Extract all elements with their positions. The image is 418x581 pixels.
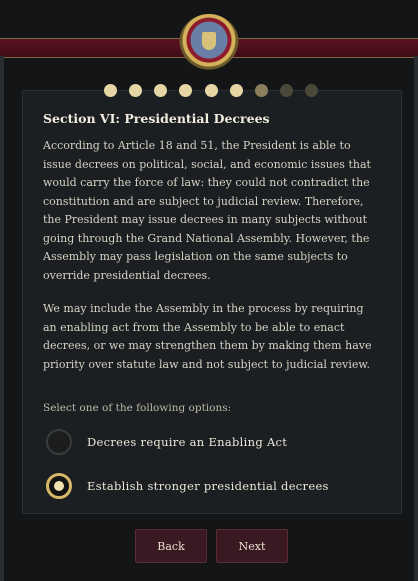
progress-step (179, 83, 193, 97)
national-emblem-icon (179, 14, 239, 72)
option-enabling-act[interactable]: Decrees require an Enabling Act (46, 429, 287, 455)
radio-button[interactable] (46, 429, 72, 455)
option-label: Decrees require an Enabling Act (87, 435, 288, 449)
progress-step (104, 83, 117, 97)
progress-step (204, 83, 218, 97)
shield-icon (202, 32, 216, 50)
next-button[interactable]: Next (216, 529, 288, 563)
progress-step (129, 83, 143, 97)
progress-steps (104, 83, 318, 97)
description-paragraph: We may include the Assembly in the proce… (43, 302, 372, 371)
progress-step (279, 83, 293, 97)
section-title: Section VI: Presidential Decrees (43, 111, 270, 126)
progress-step (229, 83, 243, 97)
description-paragraph: According to Article 18 and 51, the Pres… (43, 139, 371, 282)
back-button[interactable]: Back (135, 529, 207, 563)
left-border (0, 56, 4, 581)
right-border (414, 56, 418, 581)
progress-step (154, 83, 168, 97)
progress-step-current (254, 83, 268, 97)
options-prompt: Select one of the following options: (43, 402, 232, 414)
radio-button-selected[interactable] (46, 473, 72, 499)
option-label: Establish stronger presidential decrees (87, 479, 329, 493)
progress-step (305, 83, 318, 97)
option-stronger-decrees[interactable]: Establish stronger presidential decrees (46, 473, 329, 499)
